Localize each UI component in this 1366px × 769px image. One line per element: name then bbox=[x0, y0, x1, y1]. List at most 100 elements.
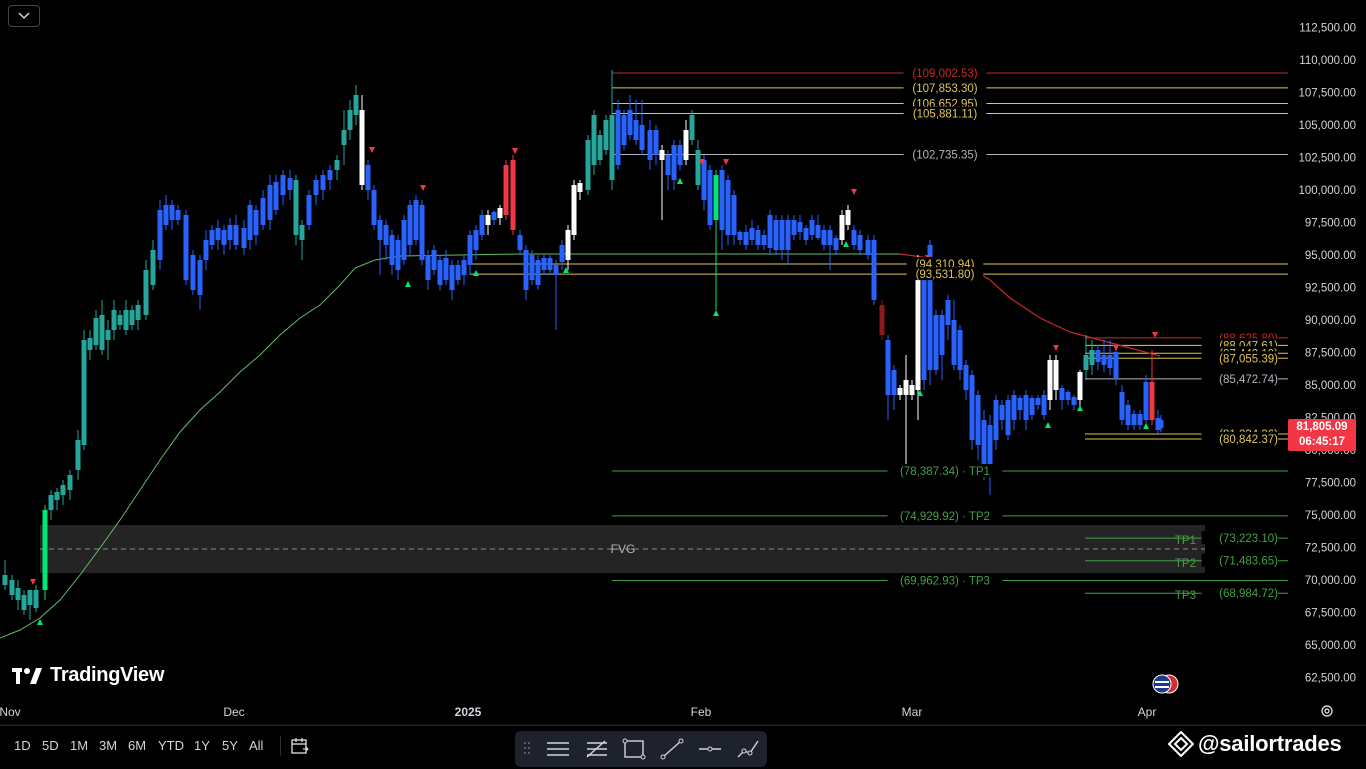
price-tick-label: 110,000.00 bbox=[1299, 55, 1356, 67]
level-label: (102,735.35) bbox=[912, 149, 977, 161]
candle-body bbox=[951, 320, 957, 365]
candle-body bbox=[93, 318, 99, 345]
drag-handle-icon[interactable] bbox=[523, 741, 531, 757]
candle-body bbox=[725, 180, 731, 235]
candle-body bbox=[407, 205, 413, 245]
candle-body bbox=[517, 235, 523, 250]
level-label: (73,223.10) bbox=[1219, 533, 1278, 545]
price-tick-label: 95,000.00 bbox=[1305, 250, 1356, 262]
range-button-6m[interactable]: 6M bbox=[128, 738, 146, 753]
time-tick-label: Dec bbox=[223, 705, 244, 719]
level-label: (78,387.34) · TP1 bbox=[900, 466, 990, 478]
range-button-1y[interactable]: 1Y bbox=[194, 738, 210, 753]
candle-body bbox=[287, 178, 293, 190]
candle-body bbox=[347, 110, 353, 130]
range-button-1d[interactable]: 1D bbox=[14, 738, 31, 753]
candle-body bbox=[163, 205, 169, 225]
candle-body bbox=[449, 265, 455, 290]
candle-body bbox=[1077, 372, 1083, 400]
price-tick-label: 75,000.00 bbox=[1305, 510, 1356, 522]
candle-body bbox=[21, 595, 27, 610]
candle-body bbox=[1005, 400, 1011, 435]
range-button-5y[interactable]: 5Y bbox=[222, 738, 238, 753]
tp-tag: TP3 bbox=[1175, 590, 1196, 602]
candle-body bbox=[761, 235, 767, 245]
goto-date-icon[interactable] bbox=[290, 736, 310, 756]
range-button-ytd[interactable]: YTD bbox=[158, 738, 184, 753]
candle-body bbox=[535, 260, 541, 285]
candle-body bbox=[903, 380, 909, 395]
candle-body bbox=[731, 195, 737, 235]
candle-body bbox=[1071, 397, 1077, 405]
fib-icon[interactable] bbox=[583, 737, 609, 761]
candle-body bbox=[845, 210, 851, 225]
candle-body bbox=[190, 255, 196, 290]
candle-body bbox=[939, 315, 945, 355]
sell-signal-icon bbox=[369, 147, 375, 153]
candle-body bbox=[865, 240, 871, 255]
candle-body bbox=[1089, 350, 1095, 365]
candle-body bbox=[707, 170, 713, 225]
level-label: (107,853.30) bbox=[912, 83, 977, 95]
candle-body bbox=[479, 215, 485, 235]
trendline-icon[interactable] bbox=[659, 737, 685, 761]
path-icon[interactable] bbox=[735, 737, 761, 761]
collapse-button[interactable] bbox=[8, 5, 40, 27]
candle-body bbox=[1029, 398, 1035, 415]
candle-body bbox=[280, 175, 286, 195]
price-axis[interactable]: 112,500.00 110,000.00 107,500.00 105,000.00… bbox=[1298, 23, 1356, 685]
candle-body bbox=[383, 225, 389, 245]
level-label: (87,055.39) bbox=[1219, 353, 1278, 365]
candle-body bbox=[621, 115, 627, 145]
price-tick-label: 87,500.00 bbox=[1305, 348, 1356, 360]
time-tick-label: Apr bbox=[1138, 705, 1157, 719]
candle-body bbox=[327, 170, 333, 180]
candle-body bbox=[1107, 355, 1113, 368]
chevron-down-icon bbox=[18, 12, 30, 20]
candle-body bbox=[743, 232, 749, 245]
horizontal-line-icon[interactable] bbox=[697, 737, 723, 761]
candle-body bbox=[491, 212, 497, 220]
event-flag-icon[interactable] bbox=[1152, 674, 1179, 694]
range-button-1m[interactable]: 1M bbox=[70, 738, 88, 753]
price-chart[interactable]: FVG (109,002.53)(107,853.30)(106,652.95)… bbox=[0, 0, 1366, 725]
sell-signal-icon bbox=[420, 185, 426, 191]
candle-body bbox=[341, 130, 347, 145]
candle-body bbox=[503, 165, 509, 215]
candle-body bbox=[559, 245, 565, 262]
level-label: (69,962.93) · TP3 bbox=[900, 575, 990, 587]
candle-body bbox=[227, 225, 233, 240]
candle-body bbox=[54, 492, 60, 500]
settings-gear-icon[interactable] bbox=[1318, 702, 1336, 720]
candle-body bbox=[1065, 392, 1071, 400]
candle-body bbox=[169, 205, 175, 220]
candle-body bbox=[67, 475, 73, 490]
rectangle-icon[interactable] bbox=[621, 737, 647, 761]
time-axis[interactable]: Nov Dec 2025 Feb Mar Apr bbox=[0, 705, 1156, 719]
price-tick-label: 65,000.00 bbox=[1305, 640, 1356, 652]
candle-body bbox=[221, 230, 227, 245]
candle-body bbox=[647, 130, 653, 160]
candle-body bbox=[713, 175, 719, 220]
candle-body bbox=[683, 130, 689, 160]
range-button-all[interactable]: All bbox=[249, 738, 263, 753]
candle-body bbox=[597, 135, 603, 160]
candle-body bbox=[915, 265, 921, 390]
candle-body bbox=[9, 580, 15, 595]
price-tick-label: 90,000.00 bbox=[1305, 315, 1356, 327]
time-tick-label: 2025 bbox=[455, 705, 482, 719]
candle-body bbox=[999, 405, 1005, 420]
candle-body bbox=[105, 330, 111, 340]
range-button-3m[interactable]: 3M bbox=[99, 738, 117, 753]
candle-body bbox=[1095, 350, 1101, 362]
candle-body bbox=[306, 195, 312, 225]
price-tick-label: 70,000.00 bbox=[1305, 575, 1356, 587]
range-button-5d[interactable]: 5D bbox=[42, 738, 59, 753]
horizontal-lines-icon[interactable] bbox=[545, 737, 571, 761]
level-label: (74,929.92) · TP2 bbox=[900, 511, 990, 523]
candle-body bbox=[253, 210, 259, 235]
candle-body bbox=[767, 215, 773, 248]
candle-body bbox=[33, 590, 39, 608]
buy-signal-icon bbox=[1143, 423, 1149, 429]
level-label: (71,483.65) bbox=[1219, 556, 1278, 568]
